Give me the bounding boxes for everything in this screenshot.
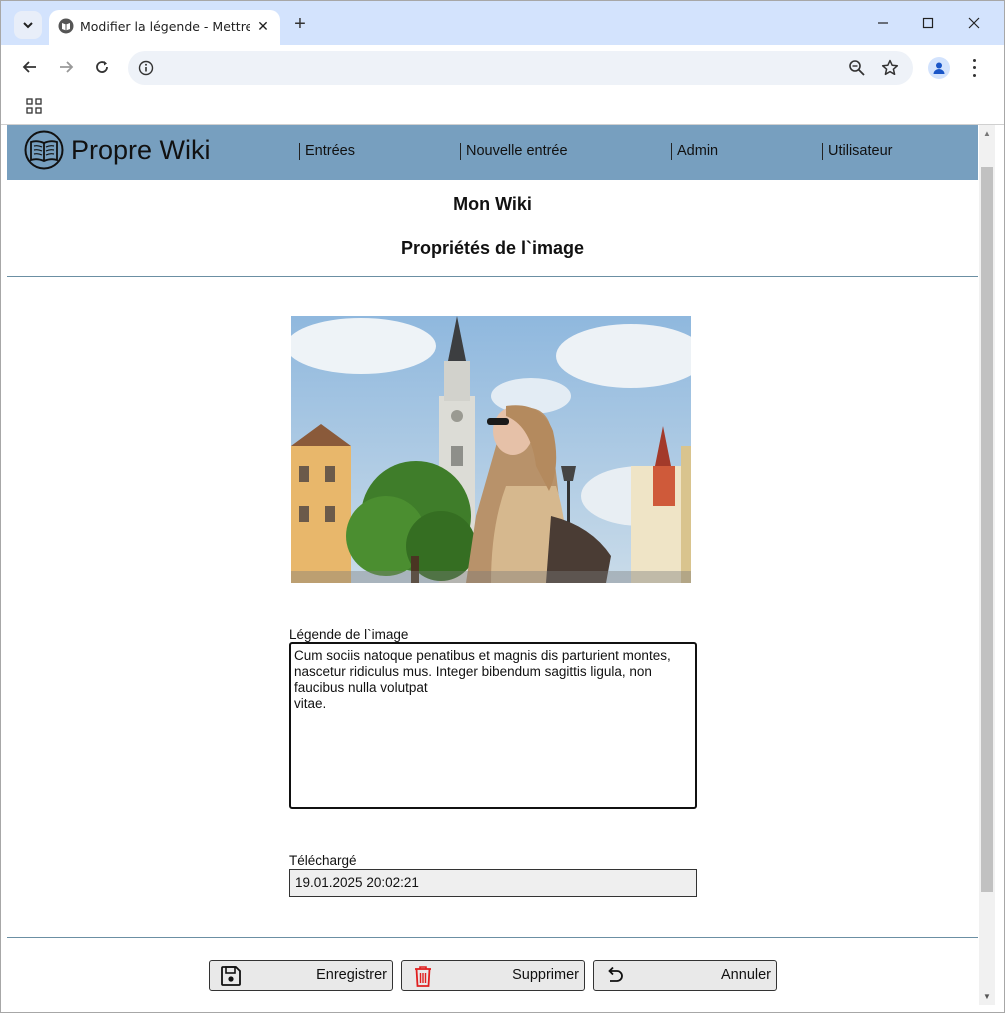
caption-textarea[interactable]: Cum sociis natoque penatibus et magnis d…: [289, 642, 697, 809]
save-button[interactable]: Enregistrer: [209, 960, 393, 991]
tab-title: Modifier la légende - Mettre à jour: [80, 19, 250, 34]
back-arrow-icon[interactable]: [20, 57, 40, 77]
wiki-title: Mon Wiki: [453, 194, 532, 214]
floppy-disk-icon: [221, 966, 241, 986]
tab-search-button[interactable]: [14, 11, 42, 39]
page-viewport: Propre Wiki Entrées Nouvelle entrée Admi…: [7, 125, 979, 1005]
site-brand[interactable]: Propre Wiki: [71, 135, 211, 166]
delete-label: Supprimer: [512, 967, 579, 983]
scroll-up-icon[interactable]: ▲: [983, 129, 991, 138]
site-header: Propre Wiki Entrées Nouvelle entrée Admi…: [7, 125, 978, 180]
forward-arrow-icon[interactable]: [56, 57, 76, 77]
divider-bottom: [7, 937, 978, 938]
trash-icon: [415, 966, 431, 987]
save-label: Enregistrer: [316, 967, 387, 983]
delete-button[interactable]: Supprimer: [401, 960, 585, 991]
maximize-icon[interactable]: [918, 13, 938, 33]
bookmark-star-icon[interactable]: [880, 58, 900, 78]
apps-grid-icon[interactable]: [26, 98, 42, 114]
profile-avatar-icon[interactable]: [928, 57, 950, 79]
tab-close-icon[interactable]: ✕: [255, 18, 271, 34]
page-title: Propriétés de l`image: [400, 238, 585, 258]
new-tab-plus-icon[interactable]: +: [290, 14, 310, 34]
bookmarks-bar: [1, 90, 1004, 125]
image-preview: [291, 316, 691, 583]
minimize-icon[interactable]: [873, 13, 893, 33]
scrollbar-thumb[interactable]: [981, 167, 993, 892]
close-window-icon[interactable]: [964, 13, 984, 33]
caption-label: Légende de l`image: [289, 627, 409, 642]
browser-tab-active[interactable]: Modifier la légende - Mettre à jour ✕: [49, 10, 280, 45]
undo-arrow-icon: [608, 966, 623, 982]
title-bar: Modifier la légende - Mettre à jour ✕ +: [1, 1, 1004, 45]
reload-icon[interactable]: [92, 57, 112, 77]
book-favicon-icon: [58, 18, 74, 34]
scroll-down-icon[interactable]: ▼: [983, 992, 991, 1001]
book-logo-icon[interactable]: [24, 130, 64, 170]
uploaded-date-field: 19.01.2025 20:02:21: [289, 869, 697, 897]
page-scrollbar[interactable]: ▲ ▼: [979, 125, 995, 1005]
nav-nouvelle-entree[interactable]: Nouvelle entrée: [460, 143, 568, 160]
browser-toolbar: [1, 45, 1004, 90]
address-bar[interactable]: [128, 51, 913, 85]
divider-top: [7, 276, 978, 277]
zoom-icon[interactable]: [848, 59, 866, 77]
chevron-down-icon: [23, 22, 33, 29]
nav-admin[interactable]: Admin: [671, 143, 718, 160]
uploaded-label: Téléchargé: [289, 853, 357, 868]
nav-entrees[interactable]: Entrées: [299, 143, 355, 160]
cancel-button[interactable]: Annuler: [593, 960, 777, 991]
cancel-label: Annuler: [721, 967, 771, 983]
site-info-icon[interactable]: [138, 60, 154, 76]
nav-utilisateur[interactable]: Utilisateur: [822, 143, 892, 160]
browser-menu-icon[interactable]: [967, 57, 981, 79]
